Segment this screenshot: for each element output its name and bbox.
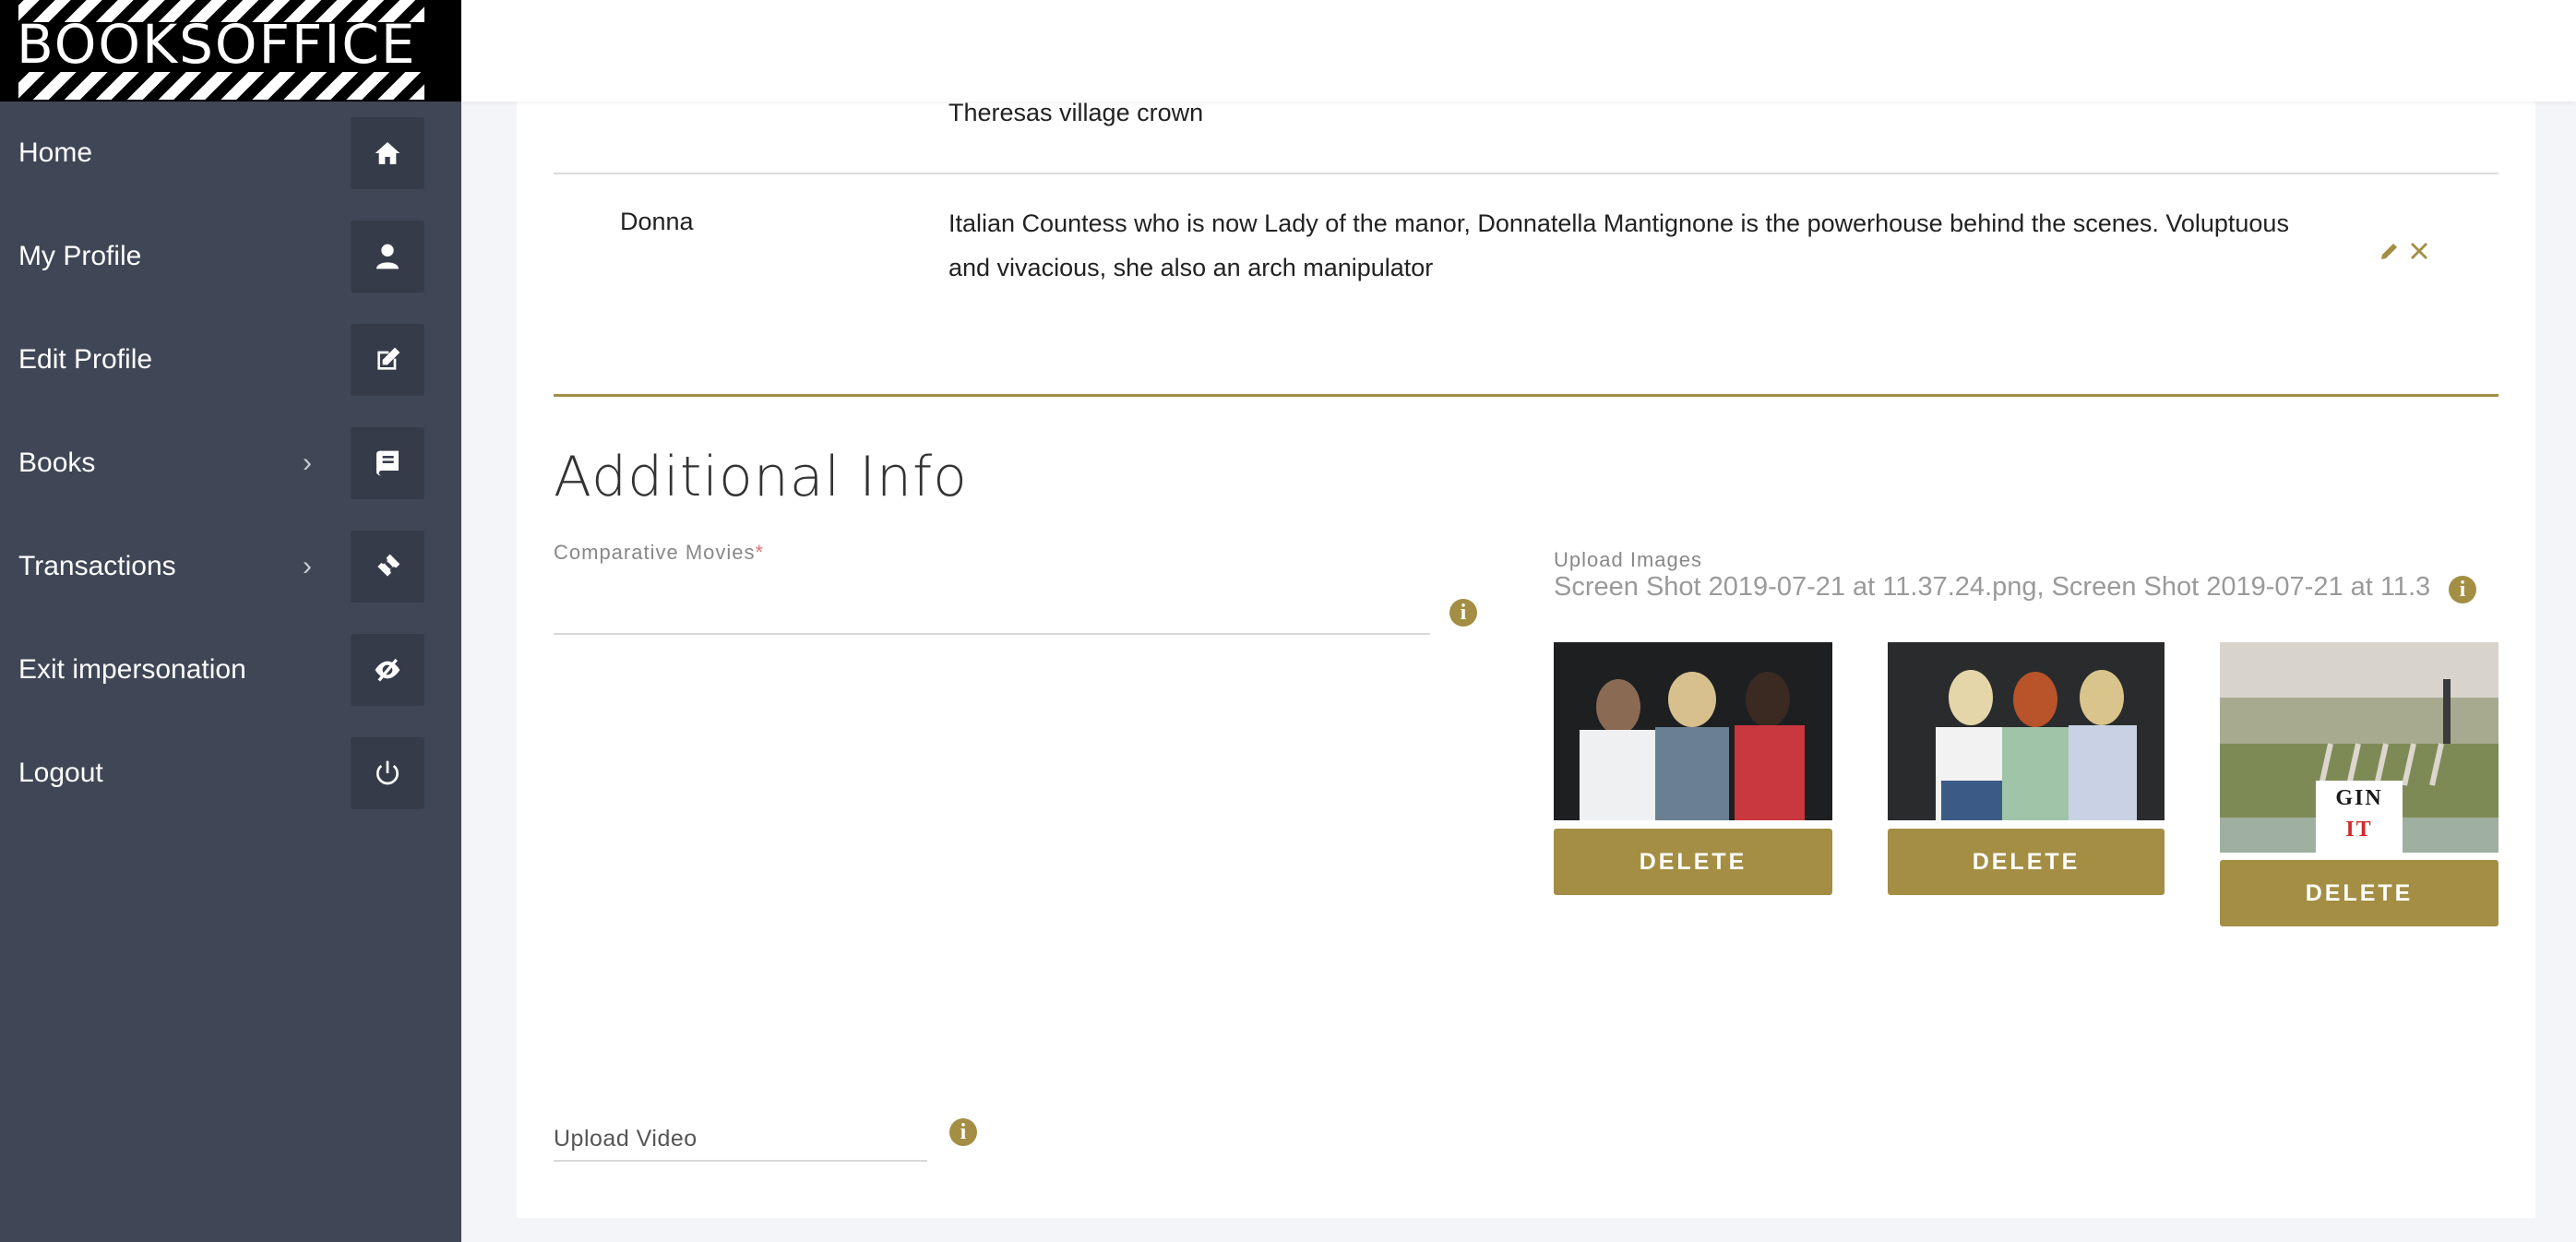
character-description-line-2: and vivacious, she also an arch manipula…: [948, 254, 1434, 281]
home-icon: [351, 117, 424, 189]
sidebar-item-label: Edit Profile: [18, 344, 153, 375]
comparative-movies-label-text: Comparative Movies: [554, 541, 756, 564]
sidebar-item-label: Transactions: [18, 551, 176, 581]
sidebar-item-books[interactable]: Books ›: [0, 412, 461, 515]
edit-icon: [351, 324, 424, 396]
comparative-movies-input[interactable]: [554, 581, 1430, 633]
power-icon: [351, 737, 424, 809]
comparative-movies-label: Comparative Movies*: [554, 541, 764, 565]
character-name: Donna: [620, 208, 694, 235]
required-mark: *: [755, 541, 765, 564]
sidebar-item-label: My Profile: [18, 241, 142, 271]
sidebar-item-home[interactable]: Home: [0, 102, 461, 205]
poster-text-it: IT: [2345, 818, 2373, 842]
ticket-icon: [351, 531, 424, 603]
character-description-line-1: Italian Countess who is now Lady of the …: [948, 209, 2289, 237]
booksoffice-logo[interactable]: BOOKSOFFICE: [0, 0, 461, 102]
chevron-right-icon: ›: [303, 551, 312, 581]
section-divider: [554, 394, 2498, 397]
logo-stripes-bottom: [18, 72, 424, 100]
sidebar-item-label: Books: [18, 448, 96, 478]
sidebar-item-exit-impersonation[interactable]: Exit impersonation: [0, 618, 461, 722]
image-thumbnail: GIN IT: [2220, 642, 2498, 853]
upload-video-label: Upload Video: [554, 1126, 698, 1152]
row-actions: [2379, 240, 2430, 267]
top-bar: [461, 0, 2576, 102]
eye-slash-icon: [351, 634, 424, 706]
sidebar-item-label: Exit impersonation: [18, 654, 246, 685]
section-title: Additional Info: [554, 445, 968, 509]
sidebar-item-transactions[interactable]: Transactions ›: [0, 515, 461, 618]
delete-image-button[interactable]: DELETE: [2220, 860, 2498, 926]
pencil-icon[interactable]: [2379, 240, 2401, 267]
info-icon[interactable]: i: [949, 1118, 977, 1146]
info-icon[interactable]: i: [1449, 599, 1477, 627]
book-icon: [351, 427, 424, 499]
sidebar-item-logout[interactable]: Logout: [0, 722, 461, 825]
close-icon[interactable]: [2408, 240, 2430, 267]
upload-video-input[interactable]: [554, 1160, 927, 1162]
upload-images-label: Upload Images: [1554, 548, 1702, 571]
row-divider: [554, 173, 2498, 174]
sidebar-item-my-profile[interactable]: My Profile: [0, 205, 461, 308]
delete-image-button[interactable]: DELETE: [1554, 829, 1832, 895]
sidebar: BOOKSOFFICE Home My Profile Edit Profile…: [0, 0, 461, 1242]
image-thumbnail: [1888, 642, 2165, 820]
poster-text-gin: GIN: [2335, 786, 2383, 810]
chevron-right-icon: ›: [303, 448, 312, 478]
user-icon: [351, 221, 424, 293]
delete-image-button[interactable]: DELETE: [1888, 829, 2165, 895]
logo-text: BOOKSOFFICE: [17, 13, 417, 76]
info-icon[interactable]: i: [2449, 576, 2476, 603]
upload-images-input[interactable]: Screen Shot 2019-07-21 at 11.37.24.png, …: [1554, 572, 2430, 603]
sidebar-item-label: Home: [18, 137, 93, 168]
image-thumbnail: [1554, 642, 1832, 820]
comparative-movies-underline: [554, 633, 1430, 635]
sidebar-item-label: Logout: [18, 758, 103, 788]
sidebar-item-edit-profile[interactable]: Edit Profile: [0, 308, 461, 412]
